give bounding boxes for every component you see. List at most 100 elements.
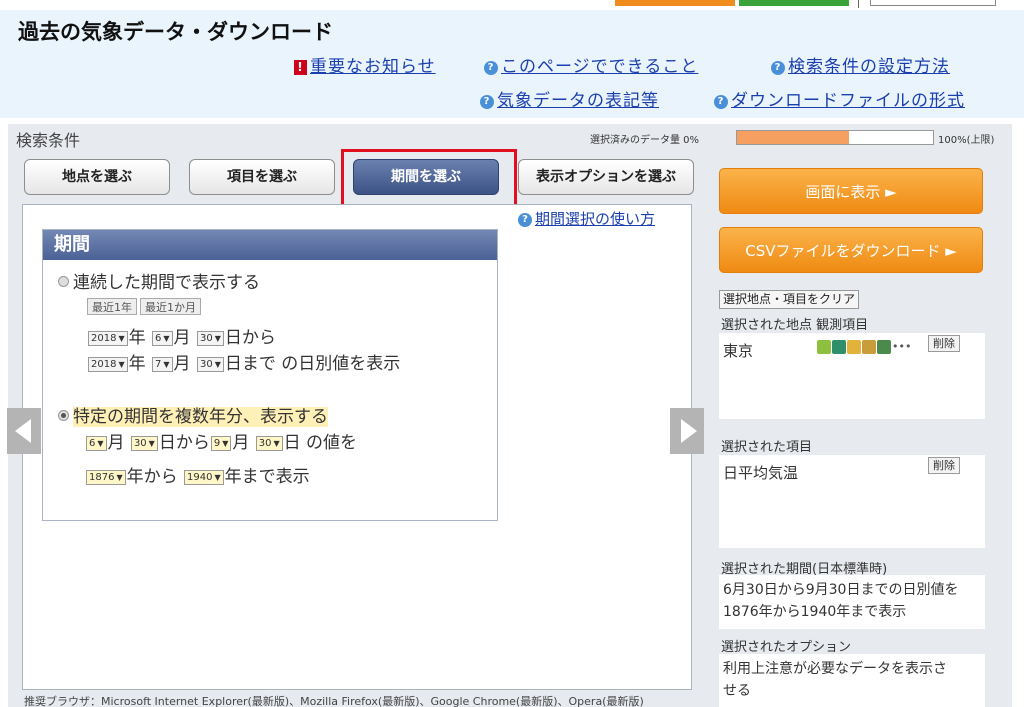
- clear-selection-button[interactable]: 選択地点・項目をクリア: [719, 290, 860, 309]
- page-title: 過去の気象データ・ダウンロード: [18, 20, 333, 44]
- data-amount-fill: [737, 131, 849, 144]
- multiyear-day-row: 6 ▼ 月 30 ▼ 日から 9 ▼ 月 30 ▼ 日 の値を: [85, 428, 357, 453]
- start-year-select[interactable]: 2018 ▼: [88, 331, 128, 346]
- top-toolbar-strip: [0, 0, 1024, 10]
- month-unit: 月: [173, 354, 191, 374]
- selected-period-line1: 6月30日から9月30日までの日別値を: [723, 582, 959, 598]
- question-icon: ?: [518, 213, 532, 227]
- to-text: 日まで の日別値を表示: [224, 354, 401, 374]
- multi-end-month-select[interactable]: 9 ▼: [210, 436, 232, 451]
- selected-item-value: 日平均気温: [723, 464, 799, 482]
- top-green-button[interactable]: [739, 0, 849, 6]
- show-on-screen-button[interactable]: 画面に表示 ►: [719, 168, 983, 214]
- from-text: 日から: [224, 328, 276, 348]
- continuous-start-row: 2018 ▼ 年 6 ▼ 月 30 ▼ 日から: [87, 323, 276, 348]
- snow-icon: [862, 339, 876, 354]
- question-icon: ?: [714, 95, 728, 109]
- selected-option-line2: せる: [723, 683, 751, 699]
- continuous-option[interactable]: 連続した期間で表示する: [58, 268, 260, 293]
- period-help-link-label: 期間選択の使い方: [535, 210, 656, 228]
- delete-item-button[interactable]: 削除: [928, 457, 960, 474]
- selected-option-value: 利用上注意が必要なデータを表示さ せる: [723, 658, 947, 702]
- multi-start-day-select[interactable]: 30 ▼: [130, 436, 158, 451]
- tab-station[interactable]: 地点を選ぶ: [24, 159, 170, 195]
- question-icon: ?: [771, 61, 785, 75]
- question-icon: ?: [484, 61, 498, 75]
- month-unit: 月: [173, 328, 191, 348]
- multi-end-day-select[interactable]: 30 ▼: [255, 436, 283, 451]
- multi-start-year-select[interactable]: 1876 ▼: [86, 470, 126, 485]
- period-help-link[interactable]: ? 期間選択の使い方: [518, 208, 655, 229]
- sun-icon: [847, 339, 861, 354]
- data-amount-bar: [736, 130, 934, 145]
- about-link[interactable]: ? このページでできること: [484, 52, 698, 77]
- selected-station-label: 選択された地点 観測項目: [721, 318, 869, 333]
- selected-period-box: 6月30日から9月30日までの日別値を 1876年から1940年まで表示: [719, 575, 985, 629]
- continuous-end-row: 2018 ▼ 年 7 ▼ 月 30 ▼ 日まで の日別値を表示: [87, 349, 400, 374]
- how-to-link-label: 検索条件の設定方法: [788, 57, 950, 77]
- search-conditions-label: 検索条件: [16, 131, 81, 150]
- month-unit: 月: [107, 433, 125, 453]
- recent-buttons: 最近1年 最近1か月: [87, 298, 204, 315]
- end-day-select[interactable]: 30 ▼: [196, 357, 224, 372]
- top-orange-button[interactable]: [615, 0, 735, 6]
- continuous-label: 連続した期間で表示する: [73, 273, 260, 293]
- period-panel-header: 期間: [43, 230, 497, 260]
- multiyear-label: 特定の期間を複数年分、表示する: [73, 407, 328, 427]
- start-day-select[interactable]: 30 ▼: [196, 331, 224, 346]
- data-amount-max: 100%(上限): [938, 135, 995, 146]
- year-from-text: 年から: [126, 467, 178, 487]
- year-unit: 年: [128, 354, 146, 374]
- continuous-radio[interactable]: [58, 276, 69, 287]
- notation-link-label: 気象データの表記等: [497, 91, 659, 111]
- selected-item-label: 選択された項目: [721, 440, 813, 455]
- rain-icon: [817, 339, 831, 354]
- year-to-text: 年まで表示: [224, 467, 310, 487]
- recent-1-year-button[interactable]: 最近1年: [87, 298, 137, 315]
- selected-station-value: 東京: [723, 342, 754, 360]
- highlight-frame: [341, 149, 517, 212]
- csv-download-button[interactable]: CSVファイルをダウンロード ►: [719, 227, 983, 273]
- search-conditions-bar: 検索条件 選択済みのデータ量 0% 100%(上限): [8, 124, 1012, 150]
- selected-period-line2: 1876年から1940年まで表示: [723, 604, 907, 620]
- year-unit: 年: [128, 328, 146, 348]
- observation-icons: •••: [817, 336, 911, 355]
- multiyear-year-row: 1876 ▼ 年から 1940 ▼ 年まで表示: [85, 462, 310, 487]
- multi-end-year-select[interactable]: 1940 ▼: [184, 470, 224, 485]
- day-from-text: 日から: [158, 433, 210, 453]
- alert-icon: !: [294, 60, 307, 75]
- selected-period-value: 6月30日から9月30日までの日別値を 1876年から1940年まで表示: [723, 579, 958, 623]
- about-link-label: このページでできること: [501, 57, 699, 77]
- multi-start-month-select[interactable]: 6 ▼: [86, 436, 107, 451]
- how-to-link[interactable]: ? 検索条件の設定方法: [771, 52, 950, 77]
- temperature-icon: [832, 339, 846, 354]
- end-year-select[interactable]: 2018 ▼: [88, 357, 128, 372]
- notice-link[interactable]: ! 重要なお知らせ: [294, 52, 436, 77]
- wind-icon: [877, 339, 891, 354]
- format-link-label: ダウンロードファイルの形式: [731, 91, 965, 111]
- multiyear-option[interactable]: 特定の期間を複数年分、表示する: [58, 402, 328, 427]
- selected-option-line1: 利用上注意が必要なデータを表示さ: [723, 661, 947, 677]
- format-link[interactable]: ? ダウンロードファイルの形式: [714, 86, 965, 111]
- day-value-text: 日 の値を: [283, 433, 358, 453]
- question-icon: ?: [480, 95, 494, 109]
- delete-station-button[interactable]: 削除: [928, 335, 960, 352]
- top-separator: [858, 0, 859, 8]
- recent-1-month-button[interactable]: 最近1か月: [140, 298, 201, 315]
- data-amount-label: 選択済みのデータ量 0%: [590, 135, 700, 146]
- month-unit: 月: [232, 433, 250, 453]
- recommended-browsers: 推奨ブラウザ：Microsoft Internet Explorer(最新版)、…: [24, 695, 644, 707]
- tab-item[interactable]: 項目を選ぶ: [189, 159, 335, 195]
- more-icon: •••: [892, 340, 912, 353]
- next-arrow-icon[interactable]: [670, 408, 704, 454]
- start-month-select[interactable]: 6 ▼: [152, 331, 173, 346]
- multiyear-radio[interactable]: [58, 410, 69, 421]
- selected-option-box: 利用上注意が必要なデータを表示さ せる: [719, 654, 985, 707]
- notice-link-label: 重要なお知らせ: [310, 57, 436, 77]
- top-search-box[interactable]: [870, 0, 996, 6]
- previous-arrow-icon[interactable]: [7, 408, 41, 454]
- notation-link[interactable]: ? 気象データの表記等: [480, 86, 659, 111]
- tab-options[interactable]: 表示オプションを選ぶ: [518, 159, 694, 195]
- end-month-select[interactable]: 7 ▼: [152, 357, 173, 372]
- selected-option-label: 選択されたオプション: [721, 640, 852, 655]
